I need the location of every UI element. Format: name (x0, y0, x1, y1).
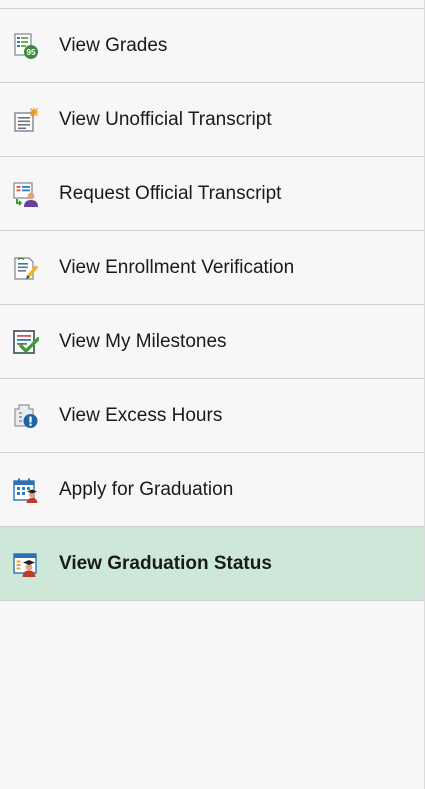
menu-item-label: View Excess Hours (59, 404, 223, 426)
menu-item-label: View My Milestones (59, 330, 227, 352)
menu-list: 95 View Grades View Unofficial Transcrip… (0, 9, 424, 601)
menu-item-view-grades[interactable]: 95 View Grades (0, 9, 424, 83)
menu-item-request-official-transcript[interactable]: Request Official Transcript (0, 157, 424, 231)
navigation-panel: 95 View Grades View Unofficial Transcrip… (0, 0, 425, 789)
graduation-status-icon (13, 551, 39, 577)
menu-item-label: Apply for Graduation (59, 478, 234, 500)
menu-item-apply-for-graduation[interactable]: Apply for Graduation (0, 453, 424, 527)
milestones-icon (13, 329, 39, 355)
top-divider (0, 0, 424, 9)
svg-text:95: 95 (27, 48, 36, 57)
menu-item-label: View Grades (59, 34, 168, 56)
menu-item-view-graduation-status[interactable]: View Graduation Status (0, 527, 424, 601)
menu-item-label: View Unofficial Transcript (59, 108, 272, 130)
menu-item-label: View Enrollment Verification (59, 256, 295, 278)
enrollment-verification-icon (13, 255, 39, 281)
menu-item-label: View Graduation Status (59, 552, 272, 574)
official-transcript-icon (13, 181, 39, 207)
menu-item-label: Request Official Transcript (59, 182, 282, 204)
unofficial-transcript-icon (13, 106, 39, 133)
menu-item-view-my-milestones[interactable]: View My Milestones (0, 305, 424, 379)
apply-graduation-icon (13, 477, 39, 503)
menu-item-view-enrollment-verification[interactable]: View Enrollment Verification (0, 231, 424, 305)
menu-item-view-unofficial-transcript[interactable]: View Unofficial Transcript (0, 83, 424, 157)
grades-icon: 95 (13, 32, 39, 59)
menu-item-view-excess-hours[interactable]: View Excess Hours (0, 379, 424, 453)
excess-hours-icon (13, 403, 39, 429)
